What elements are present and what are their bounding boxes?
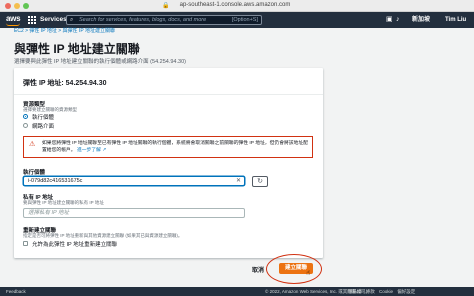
page-title: 與彈性 IP 地址建立關聯 <box>14 42 140 56</box>
private-ip-placeholder: 選擇私有 IP 地址 <box>28 210 70 216</box>
private-ip-input[interactable]: 選擇私有 IP 地址 <box>23 208 245 218</box>
aws-top-nav: aws Services ⌕ Search for services, feat… <box>0 12 474 28</box>
associate-eip-panel: 彈性 IP 地址: 54.254.94.30 資源類型 選擇要建立關聯的資源類型… <box>14 68 323 258</box>
feedback-link[interactable]: Feedback <box>6 288 26 295</box>
radio-instance-label[interactable]: 執行個體 <box>32 113 54 121</box>
search-input[interactable]: ⌕ Search for services, features, blogs, … <box>66 15 262 25</box>
minimize-window-button[interactable] <box>14 3 20 9</box>
radio-instance[interactable] <box>23 114 28 119</box>
panel-title: 彈性 IP 地址: 54.254.94.30 <box>23 80 107 87</box>
panel-header: 彈性 IP 地址: 54.254.94.30 <box>14 68 323 95</box>
private-ip-hint: 要與彈性 IP 地址建立關聯的私有 IP 地址 <box>23 200 104 205</box>
breadcrumb[interactable]: EC2 > 彈性 IP 地址 > 與彈性 IP 地址建立關聯 <box>14 28 115 34</box>
refresh-icon: ↻ <box>257 177 263 185</box>
radio-network-interface-label[interactable]: 網路介面 <box>32 122 54 130</box>
account-menu[interactable]: Tim Liu <box>445 15 466 25</box>
highlight-annotation <box>266 254 322 284</box>
learn-more-link[interactable]: 進一步了解 <box>77 148 101 153</box>
search-icon: ⌕ <box>70 17 74 23</box>
address-bar[interactable]: ap-southeast-1.console.aws.amazon.com <box>170 1 300 10</box>
cancel-button[interactable]: 取消 <box>252 265 264 274</box>
search-shortcut: [Option+S] <box>231 17 258 23</box>
close-window-button[interactable] <box>5 3 11 9</box>
reassociation-warning: ⚠ 如果您將彈性 IP 地址關聯至已有彈性 IP 地址關聯的執行個體，系統將會取… <box>23 136 313 158</box>
page-description: 選擇要與此彈性 IP 地址建立關聯的執行個體或網路介面 (54.254.94.3… <box>14 59 186 65</box>
external-link-icon: ↗ <box>102 148 107 153</box>
region-selector[interactable]: 新加坡 <box>412 15 430 25</box>
cloudshell-icon[interactable]: ▣ <box>386 15 393 25</box>
refresh-button[interactable]: ↻ <box>252 175 268 187</box>
allow-reassociation-checkbox[interactable] <box>23 241 28 246</box>
warning-icon: ⚠ <box>29 141 36 148</box>
services-menu[interactable]: Services <box>40 15 67 25</box>
clear-icon[interactable]: ✕ <box>236 177 241 185</box>
services-grid-icon[interactable] <box>28 16 36 24</box>
aws-logo-smile <box>6 23 20 26</box>
browser-toolbar: 🔒 ap-southeast-1.console.aws.amazon.com <box>0 0 474 12</box>
maximize-window-button[interactable] <box>23 3 29 9</box>
reassociation-hint: 指定是否可將彈性 IP 地址重新與其他資源建立關聯 (如果其已與資源建立關聯)。 <box>23 233 183 238</box>
allow-reassociation-label[interactable]: 允許為此彈性 IP 地址重新建立關聯 <box>32 240 117 248</box>
instance-label: 執行個體 <box>23 170 46 176</box>
instance-value: i-079d82c416531675c <box>28 178 83 184</box>
mouse-pointer-icon: ☝ <box>306 270 311 277</box>
aws-logo[interactable]: aws <box>6 14 21 23</box>
footer-links[interactable]: 隱私權 條款 Cookie 偏好設定 <box>348 288 415 295</box>
instance-input[interactable]: i-079d82c416531675c ✕ <box>23 176 245 186</box>
lock-icon: 🔒 <box>162 3 170 9</box>
search-placeholder: Search for services, features, blogs, do… <box>79 17 207 23</box>
console-footer: Feedback © 2022, Amazon Web Services, In… <box>0 287 474 296</box>
radio-network-interface[interactable] <box>23 123 28 128</box>
notifications-icon[interactable]: ♪ <box>396 15 400 25</box>
